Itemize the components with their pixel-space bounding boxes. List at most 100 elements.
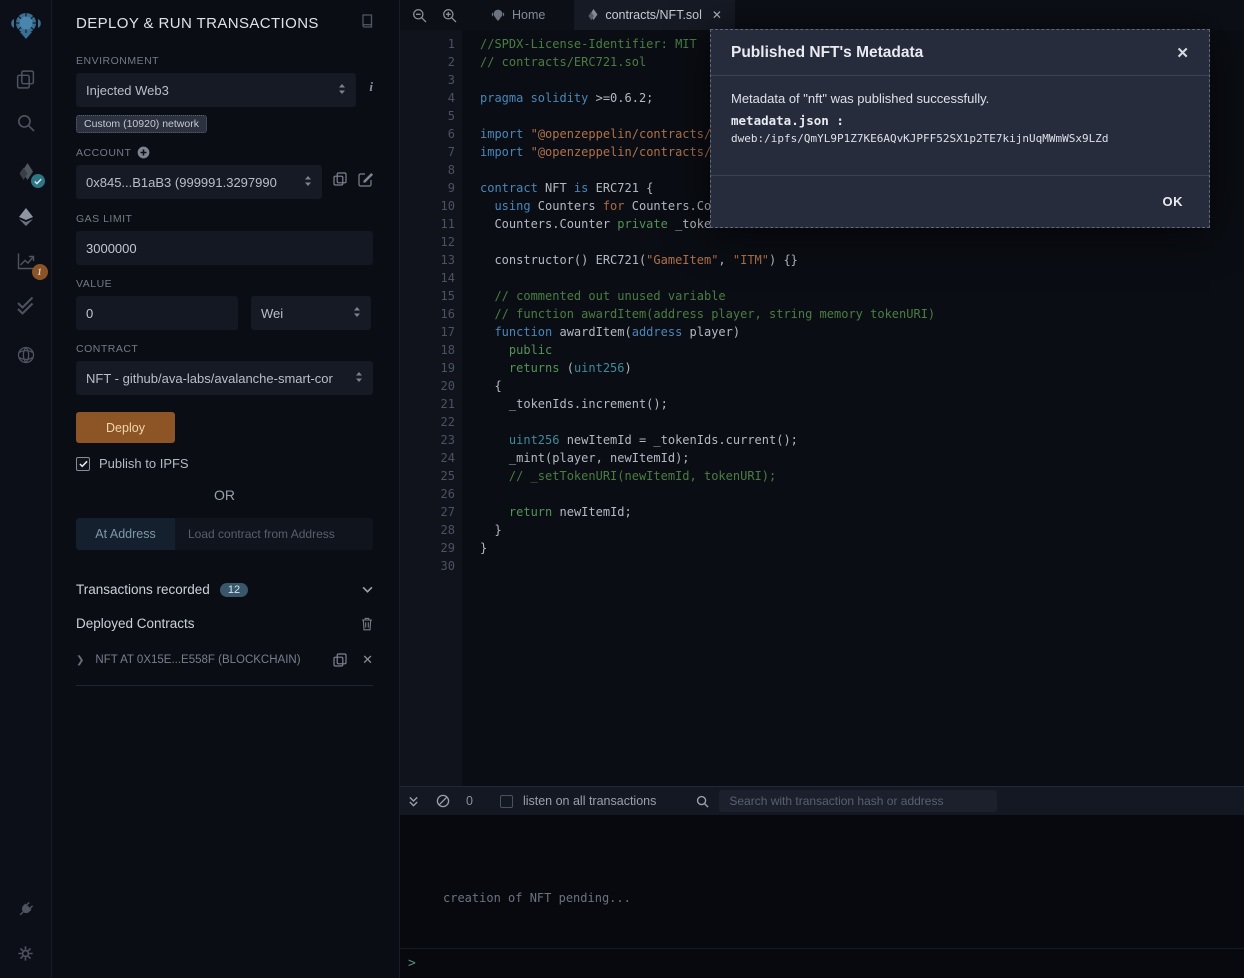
modal-close-icon[interactable]: ✕ [1176, 44, 1189, 62]
modal-ok-button[interactable]: OK [1163, 194, 1184, 209]
at-address-button[interactable]: At Address [76, 518, 175, 550]
environment-select[interactable]: Injected Web3 [76, 73, 356, 107]
code-line: 22 [400, 413, 1244, 431]
code-line: 30 [400, 557, 1244, 575]
zoom-out-icon[interactable] [404, 0, 434, 30]
sorter-icon [304, 175, 312, 190]
zoom-in-icon[interactable] [434, 0, 464, 30]
contract-label: CONTRACT [76, 343, 373, 355]
code-line: 28 } [400, 521, 1244, 539]
environment-value: Injected Web3 [86, 83, 169, 98]
account-label: ACCOUNT [76, 147, 131, 159]
terminal-collapse-icon[interactable] [408, 795, 419, 808]
code-line: 26 [400, 485, 1244, 503]
environment-info-icon[interactable]: i [369, 79, 373, 95]
deploy-run-panel: DEPLOY & RUN TRANSACTIONS ENVIRONMENT In… [52, 0, 400, 978]
value-input[interactable] [76, 296, 238, 330]
unit-testing-icon[interactable] [11, 292, 41, 318]
code-line: 25 // _setTokenURI(newItemId, tokenURI); [400, 467, 1244, 485]
contract-value: NFT - github/ava-labs/avalanche-smart-co… [86, 371, 333, 386]
settings-gear-icon[interactable] [11, 940, 41, 966]
gas-limit-label: GAS LIMIT [76, 213, 373, 225]
expand-contract-icon[interactable]: ❯ [76, 655, 84, 666]
analytics-count-badge: 1 [32, 264, 48, 280]
modal-message: Metadata of "nft" was published successf… [731, 91, 1189, 106]
add-account-icon[interactable] [137, 146, 150, 159]
code-line: 12 [400, 233, 1244, 251]
environment-label: ENVIRONMENT [76, 55, 373, 67]
code-line: 20 { [400, 377, 1244, 395]
contract-select[interactable]: NFT - github/ava-labs/avalanche-smart-co… [76, 361, 373, 395]
network-badge: Custom (10920) network [76, 115, 207, 133]
gas-limit-input[interactable] [76, 231, 373, 265]
compiler-success-badge [31, 174, 45, 188]
terminal-search-icon [696, 795, 709, 808]
terminal-toolbar: 0 listen on all transactions [400, 786, 1244, 815]
publish-ipfs-label: Publish to IPFS [99, 456, 189, 471]
code-line: 18 public [400, 341, 1244, 359]
sorter-icon [338, 83, 346, 98]
solidity-compiler-icon[interactable] [11, 160, 41, 186]
value-unit: Wei [261, 306, 283, 321]
clear-console-icon[interactable] [436, 794, 450, 808]
deployed-contract-label: NFT AT 0X15E...E558F (BLOCKCHAIN) [95, 654, 300, 666]
deployed-contract-item: ❯ NFT AT 0X15E...E558F (BLOCKCHAIN) ✕ [76, 652, 373, 668]
sorter-icon [353, 306, 361, 321]
code-line: 24 _mint(player, newItemId); [400, 449, 1244, 467]
analytics-icon[interactable]: 1 [11, 248, 41, 274]
published-metadata-modal: Published NFT's Metadata ✕ Metadata of "… [710, 29, 1210, 228]
copy-account-icon[interactable] [333, 172, 347, 186]
prompt-symbol: > [408, 956, 416, 971]
divider [76, 685, 373, 686]
tab-nft-sol[interactable]: contracts/NFT.sol ✕ [574, 0, 735, 30]
file-explorer-icon[interactable] [11, 66, 41, 92]
code-line: 23 uint256 newItemId = _tokenIds.current… [400, 431, 1244, 449]
terminal-search-input[interactable] [719, 790, 997, 812]
tab-home[interactable]: Home [478, 0, 558, 30]
tab-home-label: Home [512, 8, 545, 22]
code-line: 29} [400, 539, 1244, 557]
terminal-prompt[interactable]: > [400, 948, 1244, 978]
chevron-down-icon[interactable] [362, 586, 373, 593]
code-line: 13 constructor() ERC721("GameItem", "ITM… [400, 251, 1244, 269]
documentation-icon[interactable] [361, 14, 373, 33]
edit-account-icon[interactable] [358, 172, 373, 187]
modal-ipfs-hash: dweb:/ipfs/QmYL9P1Z7KE6AQvKJPFF52SX1p2TE… [731, 132, 1189, 145]
code-line: 17 function awardItem(address player) [400, 323, 1244, 341]
value-unit-select[interactable]: Wei [251, 296, 371, 330]
deployed-contracts-label: Deployed Contracts [76, 616, 195, 631]
code-line: 15 // commented out unused variable [400, 287, 1244, 305]
terminal-log-line: creation of NFT pending... [443, 891, 631, 905]
transactions-count-badge: 12 [220, 583, 248, 597]
account-select[interactable]: 0x845...B1aB3 (999991.3297990 [76, 165, 322, 199]
code-line: 27 return newItemId; [400, 503, 1244, 521]
tab-bar: Home contracts/NFT.sol ✕ [400, 0, 1244, 30]
remove-contract-icon[interactable]: ✕ [362, 652, 373, 668]
trash-icon[interactable] [361, 617, 373, 631]
deploy-button[interactable]: Deploy [76, 412, 175, 443]
transactions-recorded-label: Transactions recorded [76, 582, 210, 597]
or-divider: OR [76, 487, 373, 503]
tab-file-label: contracts/NFT.sol [605, 8, 702, 22]
tab-close-icon[interactable]: ✕ [712, 8, 722, 22]
at-address-input[interactable] [175, 518, 373, 550]
publish-ipfs-checkbox[interactable] [76, 457, 90, 471]
modal-title: Published NFT's Metadata [731, 44, 923, 62]
code-line: 16 // function awardItem(address player,… [400, 305, 1244, 323]
remix-logo-icon [8, 8, 44, 44]
listen-transactions-checkbox[interactable] [500, 795, 513, 808]
code-line: 19 returns (uint256) [400, 359, 1244, 377]
sourcify-icon[interactable] [11, 342, 41, 368]
panel-title: DEPLOY & RUN TRANSACTIONS [76, 15, 319, 32]
plugin-manager-icon[interactable] [11, 896, 41, 922]
pending-tx-count: 0 [466, 794, 473, 808]
deploy-run-icon[interactable] [11, 204, 41, 230]
copy-contract-icon[interactable] [333, 653, 347, 667]
sorter-icon [355, 371, 363, 386]
code-line: 21 _tokenIds.increment(); [400, 395, 1244, 413]
search-icon[interactable] [11, 110, 41, 136]
terminal-output: creation of NFT pending... > [400, 815, 1244, 978]
modal-filename: metadata.json : [731, 113, 1189, 128]
value-label: VALUE [76, 278, 373, 290]
code-line: 14 [400, 269, 1244, 287]
